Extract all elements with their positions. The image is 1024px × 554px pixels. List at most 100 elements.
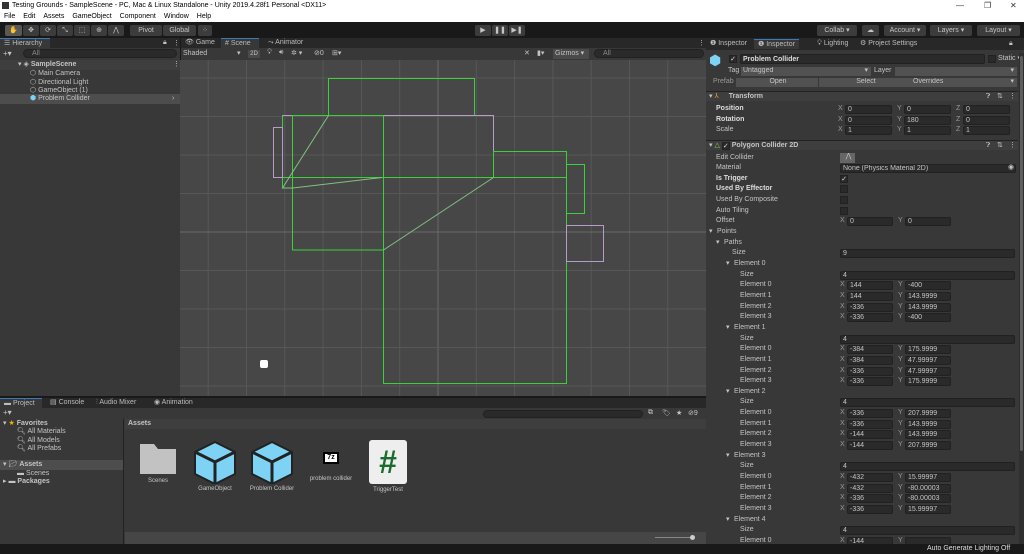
step-button[interactable]: ▶❚ bbox=[509, 25, 525, 36]
menu-help[interactable]: Help bbox=[197, 11, 211, 22]
scale-field-x[interactable]: 1 bbox=[845, 126, 892, 136]
asset-triggertest-script[interactable]: # TriggerTest bbox=[358, 440, 418, 493]
menu-edit[interactable]: Edit bbox=[23, 11, 35, 22]
point-field-y[interactable] bbox=[905, 536, 951, 544]
static-dropdown[interactable]: Static ▾ bbox=[998, 54, 1021, 62]
point-field-y[interactable]: 47.99997 bbox=[905, 355, 951, 365]
rotation-field-z[interactable]: 0 bbox=[963, 115, 1010, 125]
scene-search-input[interactable]: All bbox=[594, 49, 704, 58]
point-field-y[interactable]: 207.9999 bbox=[905, 409, 951, 419]
position-field-x[interactable]: 0 bbox=[845, 105, 892, 114]
tab-hierarchy[interactable]: ☰ Hierarchy bbox=[0, 38, 50, 48]
prefab-overrides-dropdown[interactable]: Overrides ▾ bbox=[911, 78, 1017, 87]
point-field-y[interactable]: 15.99997 bbox=[905, 473, 951, 482]
inspector-scrollbar[interactable] bbox=[1019, 53, 1024, 544]
cloud-icon[interactable]: ☁ bbox=[862, 25, 879, 36]
slider-thumb[interactable] bbox=[690, 535, 695, 540]
point-field-y[interactable]: 207.9999 bbox=[905, 441, 951, 451]
hierarchy-item-selected[interactable]: ⬢ Problem Collider › bbox=[0, 94, 180, 104]
point-field-x[interactable]: -336 bbox=[847, 366, 893, 376]
point-field-x[interactable]: -336 bbox=[847, 377, 893, 387]
point-field-y[interactable]: 143.9999 bbox=[905, 430, 951, 440]
create-button[interactable]: +▾ bbox=[3, 408, 12, 417]
foldout-arrow-icon[interactable]: ▾ bbox=[709, 227, 713, 237]
point-field-y[interactable]: 143.9999 bbox=[905, 419, 951, 429]
foldout-arrow-icon[interactable]: ▾ bbox=[726, 259, 730, 269]
point-field-x[interactable]: -336 bbox=[847, 504, 893, 514]
tab-project-settings[interactable]: ⚙ Project Settings bbox=[856, 39, 921, 49]
help-icon[interactable]: ❓︎ bbox=[986, 141, 990, 151]
transform-header[interactable]: ▾ ⅄ Transform ❓︎ ⇅ ⋮ bbox=[706, 91, 1018, 101]
point-field-x[interactable]: -336 bbox=[847, 313, 893, 323]
help-icon[interactable]: ❓︎ bbox=[986, 92, 990, 102]
point-field-x[interactable]: -336 bbox=[847, 409, 893, 419]
element-size-field[interactable]: 4 bbox=[840, 334, 1015, 344]
transform-tool-icon[interactable]: ⊕ bbox=[91, 25, 107, 36]
rect-tool-icon[interactable]: ⬚ bbox=[74, 25, 90, 36]
search-by-label-icon[interactable]: 🏷︎ bbox=[662, 409, 671, 417]
custom-tool-icon[interactable]: ⋀ bbox=[108, 25, 124, 36]
tab-lighting[interactable]: 💡︎ Lighting bbox=[813, 39, 852, 49]
global-toggle[interactable]: Global bbox=[163, 25, 196, 36]
tools-icon[interactable]: ✕ bbox=[524, 49, 530, 57]
point-field-x[interactable]: -336 bbox=[847, 419, 893, 429]
element-size-field[interactable]: 4 bbox=[840, 398, 1015, 408]
account-dropdown[interactable]: Account ▾ bbox=[884, 25, 926, 36]
rotate-tool-icon[interactable]: ⟳ bbox=[40, 25, 56, 36]
object-picker-icon[interactable]: ◉ bbox=[1008, 163, 1014, 173]
point-field-x[interactable]: -336 bbox=[847, 302, 893, 312]
menu-file[interactable]: File bbox=[4, 11, 15, 22]
minimize-button[interactable]: — bbox=[956, 0, 964, 11]
chevron-right-icon[interactable]: › bbox=[172, 94, 174, 104]
scene-viewport[interactable] bbox=[180, 60, 706, 396]
collab-dropdown[interactable]: Collab ▾ bbox=[817, 25, 857, 36]
layout-dropdown[interactable]: Layout ▾ bbox=[977, 25, 1020, 36]
menu-assets[interactable]: Assets bbox=[43, 11, 64, 22]
move-tool-icon[interactable]: ✥ bbox=[23, 25, 39, 36]
point-field-x[interactable]: -144 bbox=[847, 536, 893, 544]
point-field-y[interactable]: 15.99997 bbox=[905, 504, 951, 514]
offset-field-x[interactable]: 0 bbox=[847, 217, 893, 227]
grid-dropdown-icon[interactable]: ⊞▾ bbox=[332, 49, 341, 57]
asset-problem-collider-archive[interactable]: 7z problem collider bbox=[301, 440, 361, 482]
favorites-star-icon[interactable]: ★ bbox=[676, 409, 682, 417]
point-field-x[interactable]: -384 bbox=[847, 355, 893, 365]
point-field-x[interactable]: -144 bbox=[847, 441, 893, 451]
point-field-x[interactable]: -144 bbox=[847, 430, 893, 440]
point-field-y[interactable]: 47.99997 bbox=[905, 366, 951, 376]
scene-more-icon[interactable]: ⋮ bbox=[173, 60, 180, 70]
lock-icon[interactable]: 🔒︎ bbox=[1009, 40, 1013, 48]
layers-dropdown[interactable]: Layers ▾ bbox=[930, 25, 972, 36]
menu-gameobject[interactable]: GameObject bbox=[72, 11, 111, 22]
project-search-input[interactable] bbox=[483, 410, 643, 418]
icon-size-slider[interactable] bbox=[655, 537, 695, 538]
scale-field-z[interactable]: 1 bbox=[963, 126, 1010, 136]
breadcrumb[interactable]: Assets bbox=[125, 419, 706, 429]
point-field-x[interactable]: 144 bbox=[847, 281, 893, 291]
tab-game[interactable]: 👁︎ Game bbox=[181, 38, 219, 48]
prefab-open-button[interactable]: Open bbox=[736, 78, 818, 87]
is-trigger-checkbox[interactable]: ✓ bbox=[840, 174, 848, 183]
foldout-arrow-icon[interactable]: ▾ bbox=[716, 238, 720, 248]
more-menu-icon[interactable]: ⋮ bbox=[698, 39, 705, 47]
point-field-y[interactable]: -80.00003 bbox=[905, 494, 951, 504]
foldout-arrow-icon[interactable]: ▾ bbox=[726, 451, 730, 461]
presets-icon[interactable]: ⇅ bbox=[997, 92, 1003, 102]
component-menu-icon[interactable]: ⋮ bbox=[1009, 92, 1016, 102]
point-field-y[interactable]: -80.00003 bbox=[905, 483, 951, 493]
hidden-objects-icon[interactable]: ⊘0 bbox=[314, 49, 324, 57]
tab-scene[interactable]: # Scene bbox=[221, 38, 259, 48]
position-field-y[interactable]: 0 bbox=[904, 105, 951, 114]
light-gizmo-icon[interactable] bbox=[260, 360, 268, 368]
paths-size-field[interactable]: 9 bbox=[840, 249, 1015, 259]
lighting-toggle-icon[interactable]: 💡︎ bbox=[267, 49, 272, 57]
search-by-type-icon[interactable]: ⧉ bbox=[648, 409, 653, 417]
menu-window[interactable]: Window bbox=[164, 11, 189, 22]
point-field-x[interactable]: -432 bbox=[847, 483, 893, 493]
more-menu-icon[interactable]: ⋮ bbox=[173, 39, 180, 47]
used-by-composite-checkbox[interactable] bbox=[840, 196, 848, 205]
offset-field-y[interactable]: 0 bbox=[905, 217, 951, 227]
close-button[interactable]: ✕ bbox=[1010, 0, 1017, 11]
asset-problem-collider-prefab[interactable]: Problem Collider bbox=[242, 440, 302, 492]
foldout-arrow-icon[interactable]: ▾ bbox=[726, 515, 730, 525]
